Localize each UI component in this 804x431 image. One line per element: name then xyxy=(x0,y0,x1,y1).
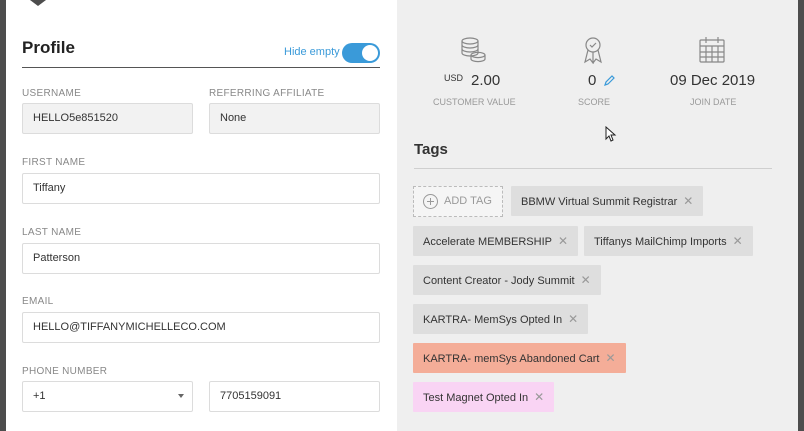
first-name-label: FIRST NAME xyxy=(22,157,86,168)
remove-tag-icon[interactable]: ✕ xyxy=(568,312,578,326)
join-date-label: JOIN DATE xyxy=(690,97,737,107)
country-code-value: +1 xyxy=(33,390,46,402)
remove-tag-icon[interactable]: ✕ xyxy=(534,390,544,404)
tag-label: KARTRA- memSys Abandoned Cart xyxy=(423,353,600,365)
score-label: SCORE xyxy=(578,97,611,107)
last-name-input[interactable]: Patterson xyxy=(22,243,380,274)
tag-chip-pink: Test Magnet Opted In ✕ xyxy=(413,382,555,412)
tag-label: Test Magnet Opted In xyxy=(423,392,529,404)
phone-number-input[interactable]: 7705159091 xyxy=(209,381,380,412)
coins-icon xyxy=(461,37,486,63)
referring-affiliate-label: REFERRING AFFILIATE xyxy=(209,88,325,99)
customer-value: 2.00 xyxy=(471,72,501,89)
dialog-pointer xyxy=(30,0,46,6)
tag-chip: Accelerate MEMBERSHIP ✕ xyxy=(413,226,579,256)
plus-circle-icon xyxy=(423,194,438,209)
remove-tag-icon[interactable]: ✕ xyxy=(683,194,693,208)
tag-chip-highlighted: KARTRA- memSys Abandoned Cart ✕ xyxy=(413,343,626,373)
profile-divider xyxy=(22,67,380,68)
currency-code: USD xyxy=(444,73,464,83)
add-tag-label: ADD TAG xyxy=(444,195,492,207)
remove-tag-icon[interactable]: ✕ xyxy=(558,234,568,248)
tag-chip: BBMW Virtual Summit Registrar ✕ xyxy=(511,186,704,216)
username-label: USERNAME xyxy=(22,88,82,99)
join-date-value: 09 Dec 2019 xyxy=(670,72,756,89)
tag-label: Accelerate MEMBERSHIP xyxy=(423,236,552,248)
remove-tag-icon[interactable]: ✕ xyxy=(581,273,591,287)
award-ribbon-icon xyxy=(584,37,602,64)
hide-empty-label[interactable]: Hide empty xyxy=(284,46,340,58)
tags-divider xyxy=(414,168,772,169)
remove-tag-icon[interactable]: ✕ xyxy=(605,351,615,365)
tags-title: Tags xyxy=(414,141,448,158)
phone-label: PHONE NUMBER xyxy=(22,366,108,377)
tag-label: BBMW Virtual Summit Registrar xyxy=(521,196,678,208)
customer-value-label: CUSTOMER VALUE xyxy=(433,97,516,107)
caret-down-icon xyxy=(178,394,184,398)
tag-label: KARTRA- MemSys Opted In xyxy=(423,314,563,326)
tag-label: Content Creator - Jody Summit xyxy=(423,275,575,287)
profile-title: Profile xyxy=(22,38,75,57)
first-name-input[interactable]: Tiffany xyxy=(22,173,380,204)
summary-panel: USD 2.00 CUSTOMER VALUE 0 SCORE 09 Dec 2… xyxy=(397,0,798,431)
calendar-icon xyxy=(699,37,725,63)
toggle-knob xyxy=(362,45,378,61)
remove-tag-icon[interactable]: ✕ xyxy=(733,234,743,248)
country-code-select[interactable]: +1 xyxy=(22,381,193,412)
tag-chip: KARTRA- MemSys Opted In ✕ xyxy=(413,304,589,334)
referring-affiliate-field: None xyxy=(209,103,380,134)
last-name-label: LAST NAME xyxy=(22,227,82,238)
tag-chip: Content Creator - Jody Summit ✕ xyxy=(413,265,601,295)
tag-label: Tiffanys MailChimp Imports xyxy=(594,236,727,248)
tag-chip: Tiffanys MailChimp Imports ✕ xyxy=(584,226,753,256)
hide-empty-toggle[interactable] xyxy=(342,43,380,63)
score-value: 0 xyxy=(588,72,597,89)
email-label: EMAIL xyxy=(22,296,54,307)
pencil-icon[interactable] xyxy=(603,74,616,87)
mouse-cursor-icon xyxy=(605,126,617,142)
email-input[interactable]: HELLO@TIFFANYMICHELLECO.COM xyxy=(22,312,380,343)
username-field: HELLO5e851520 xyxy=(22,103,193,134)
add-tag-button[interactable]: ADD TAG xyxy=(413,186,503,217)
profile-panel: Profile Hide empty USERNAME HELLO5e85152… xyxy=(6,0,397,431)
backdrop-right xyxy=(798,0,804,431)
